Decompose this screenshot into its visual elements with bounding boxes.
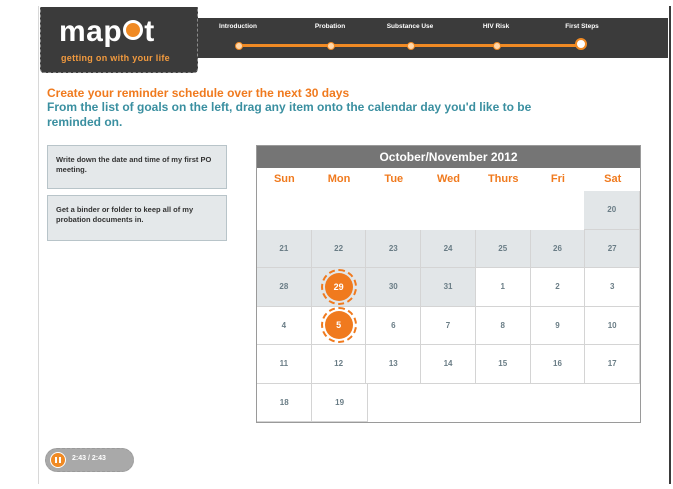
nav-step-label: Probation [314,23,346,30]
calendar-day-6[interactable]: 6 [366,306,422,345]
calendar-week-row: 18 19 [257,383,640,422]
nav-step-label: HIV Risk [482,23,510,30]
calendar-day-22[interactable]: 22 [311,229,367,268]
calendar-weekdays: Sun Mon Tue Wed Thurs Fri Sat [257,168,640,191]
reminder-marker[interactable]: 5 [320,307,357,344]
weekday-label: Fri [550,173,565,185]
step-dot-icon [235,42,243,50]
calendar-day-23[interactable]: 23 [366,229,422,268]
nav-step-first-steps[interactable]: First Steps [542,23,622,50]
calendar-day-13[interactable]: 13 [366,345,422,384]
weekday-label: Wed [437,173,461,185]
playback-time: 2:43 / 2:43 [72,455,106,462]
calendar-day-25[interactable]: 25 [475,229,531,268]
weekday-label: Sat [604,173,622,185]
step-dot-icon [327,42,335,50]
logo: map t getting on with your life [40,7,198,73]
calendar-day-11[interactable]: 11 [257,345,312,384]
nav-step-label: Substance Use [386,23,434,30]
calendar-day-17[interactable]: 17 [585,345,641,384]
logo-text-end: t [144,15,155,48]
calendar-day-18[interactable]: 18 [257,383,313,422]
calendar-day-9[interactable]: 9 [530,306,586,345]
calendar-grid: 20 21 22 23 24 25 26 27 28 29 30 31 1 2 3 4 5 6 7 8 9 10 11 12 1… [257,191,641,422]
calendar-empty-cell [422,383,477,422]
calendar-day-27[interactable]: 27 [585,229,641,268]
nav-step-introduction[interactable]: Introduction [198,23,278,50]
reminder-day-label: 29 [324,272,353,301]
calendar-day-3[interactable]: 3 [585,268,641,307]
pause-icon[interactable] [50,452,66,468]
calendar-week-row: 20 [257,191,641,230]
calendar-day-24[interactable]: 24 [421,229,476,268]
calendar-title: October/November 2012 [257,146,640,168]
instruction-title: Create your reminder schedule over the n… [47,86,350,100]
calendar-week-row: 21 22 23 24 25 26 27 [257,229,641,268]
calendar-day-12[interactable]: 12 [311,345,367,384]
calendar-empty-cell [529,191,585,230]
step-dot-icon [407,42,415,50]
calendar-week-row: 11 12 13 14 15 16 17 [257,345,641,384]
weekday-label: Thurs [487,173,519,185]
nav-step-probation[interactable]: Probation [290,23,370,50]
calendar-day-19[interactable]: 19 [312,383,368,422]
goal-item-po-meeting[interactable]: Write down the date and time of my first… [47,145,227,189]
step-dot-icon [493,42,501,50]
calendar-day-26[interactable]: 26 [530,229,586,268]
calendar-day-5[interactable]: 5 [311,306,367,345]
logo-text: map [59,15,123,48]
reminder-day-label: 5 [324,311,353,340]
calendar-day-10[interactable]: 10 [585,306,641,345]
calendar-week-row: 4 5 6 7 8 9 10 [257,306,641,345]
calendar-day-30[interactable]: 30 [366,268,422,307]
calendar-day-8[interactable]: 8 [475,306,531,345]
calendar-empty-cell [366,191,421,230]
progress-nav: Introduction Probation Substance Use HIV… [198,18,668,58]
calendar-day-28[interactable]: 28 [257,268,312,307]
calendar-day-29[interactable]: 29 [311,268,367,307]
calendar-empty-cell [476,383,532,422]
calendar-day-16[interactable]: 16 [530,345,586,384]
goal-item-binder[interactable]: Get a binder or folder to keep all of my… [47,195,227,241]
current-step-icon [575,38,587,50]
nav-step-label: First Steps [565,23,599,30]
calendar-day-4[interactable]: 4 [257,306,312,345]
nav-step-hiv-risk[interactable]: HIV Risk [456,23,536,50]
calendar-empty-cell [311,191,367,230]
calendar-day-1[interactable]: 1 [475,268,531,307]
audio-player: 2:43 / 2:43 [45,448,134,472]
logo-wordmark: map t [59,15,155,49]
logo-tagline: getting on with your life [61,53,170,63]
nav-step-label: Introduction [219,23,257,30]
calendar-empty-cell [257,191,312,230]
calendar-day-7[interactable]: 7 [421,306,476,345]
weekday-label: Sun [273,173,295,185]
calendar-empty-cell [585,383,640,422]
calendar-empty-cell [367,383,423,422]
calendar-day-20[interactable]: 20 [584,191,641,230]
weekday-label: Tue [384,173,404,185]
calendar-day-14[interactable]: 14 [421,345,476,384]
calendar-day-21[interactable]: 21 [257,229,312,268]
calendar-empty-cell [420,191,476,230]
calendar: October/November 2012 Sun Mon Tue Wed Th… [256,145,641,423]
weekday-label: Mon [327,173,351,185]
calendar-day-2[interactable]: 2 [530,268,586,307]
reminder-marker[interactable]: 29 [320,268,357,305]
calendar-empty-cell [475,191,530,230]
gear-icon [123,20,144,41]
calendar-week-row: 28 29 30 31 1 2 3 [257,268,641,307]
instruction-body: From the list of goals on the left, drag… [47,100,532,129]
calendar-day-31[interactable]: 31 [421,268,476,307]
calendar-empty-cell [531,383,586,422]
calendar-day-15[interactable]: 15 [475,345,531,384]
nav-step-substance-use[interactable]: Substance Use [370,23,450,50]
